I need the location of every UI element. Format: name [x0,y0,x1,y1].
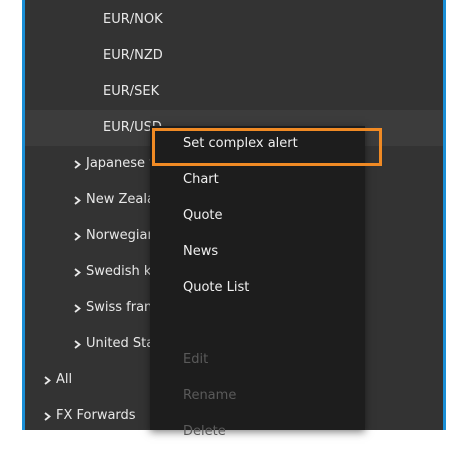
tree-row[interactable]: EUR/SEK [25,74,443,110]
menu-item-chart[interactable]: Chart [150,162,365,198]
tree-row-label: FX Forwards [56,408,136,423]
menu-item-separator [150,306,365,342]
chevron-right-icon[interactable] [73,339,82,349]
context-menu: Set complex alert Chart Quote News Quote Lis… [150,126,365,439]
menu-item-set-complex-alert[interactable]: Set complex alert [150,126,365,162]
menu-item-edit: Edit [183,352,209,367]
tree-row-label: All [56,372,73,387]
chevron-right-icon[interactable] [73,231,82,241]
tree-row-label: EUR/NZD [103,48,163,63]
screenshot-frame: EUR/NOK EUR/NZD EUR/SEK EUR/USD Japanese y Ne… [0,0,467,439]
tree-row-label: United Stat [86,336,160,351]
tree-row-label: EUR/NOK [103,12,163,27]
chevron-right-icon[interactable] [73,159,82,169]
tree-row-label: EUR/SEK [103,84,160,99]
tree-row[interactable]: EUR/NOK [25,2,443,38]
chevron-right-icon[interactable] [43,375,52,385]
tree-row-label: Swiss franc [86,300,160,315]
tree-row-label: Norwegian [86,228,156,243]
chevron-right-icon[interactable] [73,267,82,277]
menu-item-delete: Delete [183,424,226,439]
tree-row[interactable]: EUR/NZD [25,38,443,74]
chevron-right-icon[interactable] [43,411,52,421]
tree-row-label: Japanese y [86,156,157,171]
tree-row-label: Swedish kr [86,264,157,279]
menu-item-news[interactable]: News [150,234,365,270]
menu-item-quote[interactable]: Quote [150,198,365,234]
chevron-right-icon[interactable] [73,195,82,205]
menu-item-rename: Rename [183,388,237,403]
chevron-right-icon[interactable] [73,303,82,313]
menu-item-quote-list[interactable]: Quote List [150,270,365,306]
